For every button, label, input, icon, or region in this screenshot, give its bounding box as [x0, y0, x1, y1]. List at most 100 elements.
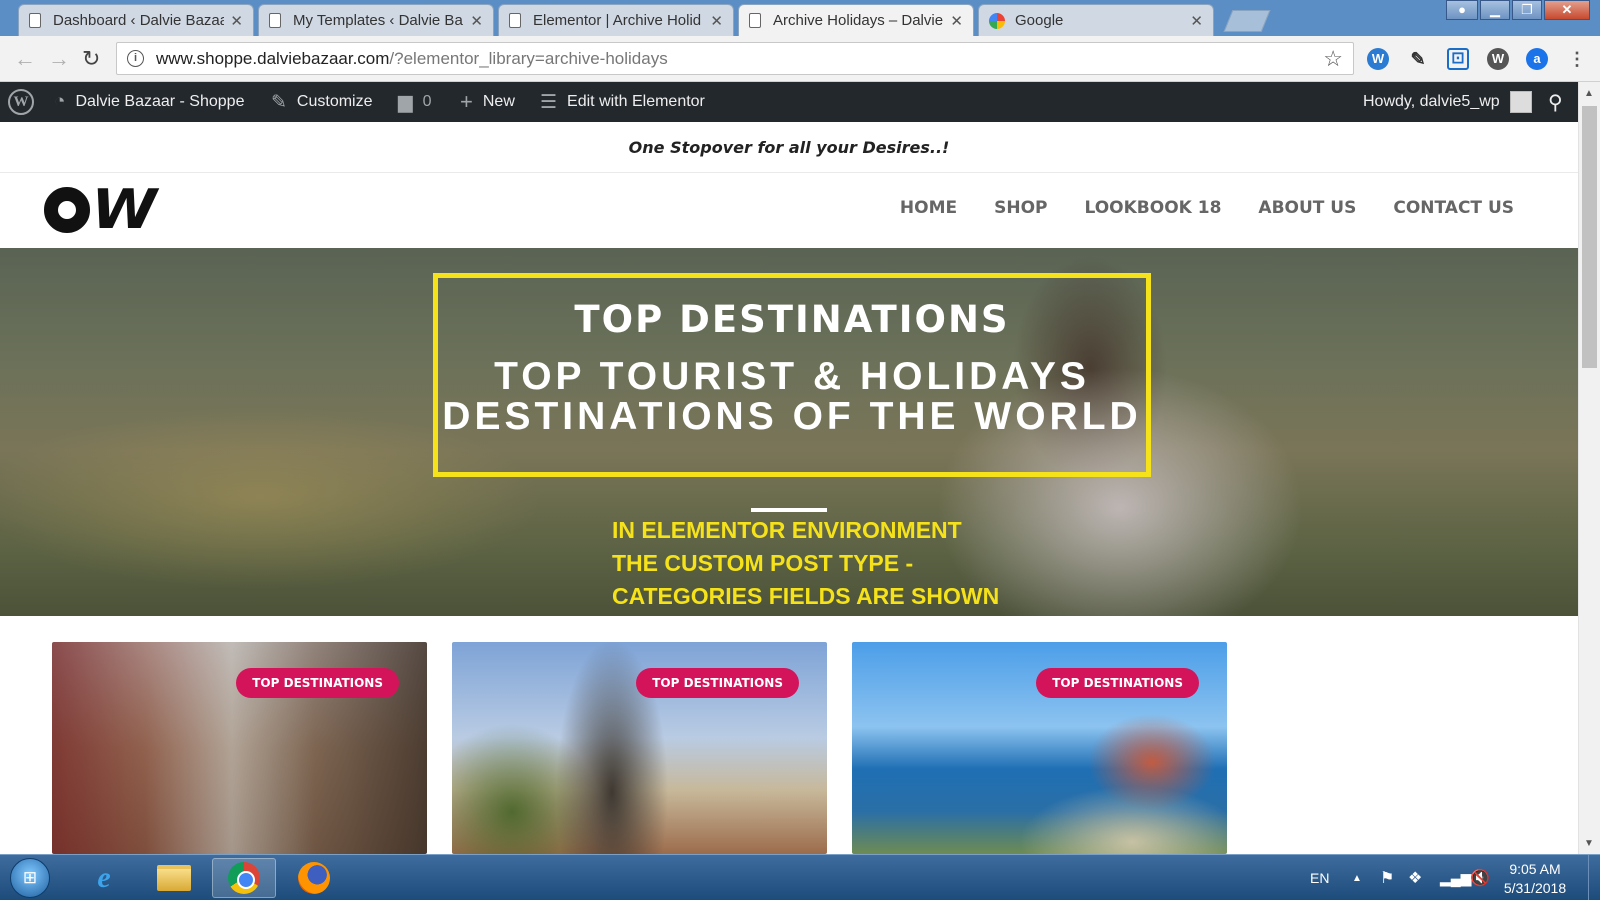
user-icon[interactable]: ●	[1446, 0, 1478, 20]
maximize-icon[interactable]: ❐	[1512, 0, 1542, 20]
tab-label: Archive Holidays – Dalvie	[773, 12, 944, 29]
show-desktop-button[interactable]	[1588, 855, 1600, 900]
start-button[interactable]: ⊞	[10, 858, 50, 898]
site-logo[interactable]: W	[44, 183, 157, 237]
close-tab-icon[interactable]: ✕	[230, 12, 243, 30]
window-controls: ● ▁ ❐ ✕	[1444, 0, 1590, 20]
my-account-link[interactable]: Howdy, dalvie5_wp	[1363, 82, 1532, 122]
plus-icon: +	[460, 89, 473, 114]
close-tab-icon[interactable]: ✕	[710, 12, 723, 30]
howdy-label: Howdy, dalvie5_wp	[1363, 93, 1500, 110]
page-icon	[29, 13, 41, 28]
tab-archive-holidays[interactable]: Archive Holidays – Dalvie ✕	[738, 4, 974, 36]
new-label: New	[482, 93, 515, 110]
tab-google[interactable]: Google ✕	[978, 4, 1214, 36]
comments-link[interactable]: ▆ 0	[398, 82, 432, 122]
clock-date: 5/31/2018	[1503, 880, 1567, 896]
close-tab-icon[interactable]: ✕	[470, 12, 483, 30]
tab-dashboard[interactable]: Dashboard ‹ Dalvie Bazaar ✕	[18, 4, 254, 36]
wp-logo-button[interactable]: W	[8, 82, 34, 122]
category-badge[interactable]: TOP DESTINATIONS	[636, 668, 799, 698]
wordpress-logo-icon: W	[8, 89, 34, 115]
url-path: /?elementor_library=archive-holidays	[389, 48, 668, 68]
close-tab-icon[interactable]: ✕	[950, 12, 963, 30]
tab-my-templates[interactable]: My Templates ‹ Dalvie Ba ✕	[258, 4, 494, 36]
main-menu: HOME SHOP LOOKBOOK 18 ABOUT US CONTACT U…	[863, 198, 1514, 218]
hero-banner: TOP DESTINATIONS TOP TOURIST & HOLIDAYS …	[0, 248, 1578, 616]
tab-label: My Templates ‹ Dalvie Ba	[293, 12, 463, 29]
scroll-thumb[interactable]	[1582, 106, 1597, 368]
wp-admin-bar: W ◔ Dalvie Bazaar - Shoppe ✎ Customize ▆…	[0, 82, 1578, 122]
comment-icon: ▆	[398, 91, 413, 113]
dashboard-icon: ◔	[54, 91, 66, 112]
dropbox-icon[interactable]: ❖	[1408, 855, 1422, 900]
taskbar-ie[interactable]: e	[72, 858, 136, 898]
forward-icon[interactable]: →	[48, 46, 70, 72]
site-name-link[interactable]: ◔ Dalvie Bazaar - Shoppe	[54, 82, 244, 122]
menu-item-lookbook[interactable]: LOOKBOOK 18	[1085, 198, 1222, 218]
info-icon[interactable]: i	[127, 50, 144, 67]
chrome-menu-icon[interactable]: ⋮	[1566, 48, 1588, 70]
chrome-icon	[228, 862, 260, 894]
network-icon[interactable]: ▂▄▆	[1440, 855, 1471, 900]
taskbar-chrome[interactable]	[212, 858, 276, 898]
close-window-icon[interactable]: ✕	[1544, 0, 1590, 20]
browser-tab-strip: Dashboard ‹ Dalvie Bazaar ✕ My Templates…	[0, 0, 1600, 36]
taskbar-explorer[interactable]	[142, 858, 206, 898]
wordpress-extension-icon[interactable]: W	[1367, 48, 1389, 70]
address-bar[interactable]: i www.shoppe.dalviebazaar.com/?elementor…	[116, 42, 1354, 75]
language-indicator[interactable]: EN	[1310, 855, 1329, 900]
bookmark-star-icon[interactable]: ☆	[1323, 46, 1343, 72]
url-host: www.shoppe.dalviebazaar.com	[156, 48, 390, 68]
post-card-prague[interactable]: TOP DESTINATIONS	[452, 642, 827, 854]
minimize-icon[interactable]: ▁	[1480, 0, 1510, 20]
avatar	[1509, 91, 1532, 113]
edit-with-elementor-link[interactable]: ☰ Edit with Elementor	[540, 82, 705, 122]
back-icon[interactable]: ←	[14, 46, 36, 72]
brush-icon: ✎	[271, 91, 287, 113]
scroll-up-icon[interactable]: ▲	[1584, 88, 1594, 99]
hero-divider	[751, 508, 827, 512]
category-badge[interactable]: TOP DESTINATIONS	[1036, 668, 1199, 698]
scroll-down-icon[interactable]: ▼	[1584, 838, 1594, 849]
new-content-link[interactable]: + New	[460, 82, 515, 122]
action-center-flag-icon[interactable]: ⚑	[1380, 855, 1394, 900]
windows-taskbar: ⊞ e EN ▲ ⚑ ❖ ▂▄▆ 🔇 9:05 AM 5/31/2018	[0, 854, 1600, 900]
page-scrollbar[interactable]: ▲ ▼	[1578, 82, 1600, 854]
page-icon	[269, 13, 281, 28]
admin-search-button[interactable]: ⚲	[1548, 82, 1573, 122]
post-card-coast[interactable]: TOP DESTINATIONS	[852, 642, 1227, 854]
reload-icon[interactable]: ↻	[82, 46, 100, 72]
a-extension-icon[interactable]: a	[1526, 48, 1548, 70]
customize-link[interactable]: ✎ Customize	[271, 82, 373, 122]
hero-note: IN ELEMENTOR ENVIRONMENT THE CUSTOM POST…	[612, 514, 999, 613]
hero-note-line1: IN ELEMENTOR ENVIRONMENT	[612, 517, 962, 543]
menu-item-about[interactable]: ABOUT US	[1258, 198, 1356, 218]
close-tab-icon[interactable]: ✕	[1190, 12, 1203, 30]
menu-item-shop[interactable]: SHOP	[994, 198, 1047, 218]
wordpress-icon[interactable]: W	[1487, 48, 1509, 70]
new-tab-button[interactable]	[1223, 10, 1271, 32]
hero-note-line2: THE CUSTOM POST TYPE -	[612, 550, 914, 576]
tab-elementor-archive[interactable]: Elementor | Archive Holid ✕	[498, 4, 734, 36]
hero-title-frame: TOP DESTINATIONS TOP TOURIST & HOLIDAYS …	[433, 273, 1151, 477]
hero-title: TOP DESTINATIONS	[574, 298, 1010, 341]
folder-icon	[157, 865, 191, 891]
show-hidden-icons[interactable]: ▲	[1352, 855, 1362, 900]
post-card-bazaar[interactable]: TOP DESTINATIONS	[52, 642, 427, 854]
site-header: W HOME SHOP LOOKBOOK 18 ABOUT US CONTACT…	[0, 174, 1578, 248]
menu-item-home[interactable]: HOME	[900, 198, 957, 218]
google-icon	[989, 12, 1005, 29]
taskbar-firefox[interactable]	[282, 858, 346, 898]
system-clock[interactable]: 9:05 AM 5/31/2018	[1494, 860, 1576, 898]
customize-label: Customize	[296, 93, 373, 110]
menu-item-contact[interactable]: CONTACT US	[1393, 198, 1514, 218]
screenshot-extension-icon[interactable]: ⊡	[1447, 48, 1469, 70]
tab-label: Elementor | Archive Holid	[533, 12, 702, 29]
category-badge[interactable]: TOP DESTINATIONS	[236, 668, 399, 698]
hero-note-line3: CATEGORIES FIELDS ARE SHOWN	[612, 583, 1000, 609]
tab-label: Dashboard ‹ Dalvie Bazaar	[53, 12, 225, 29]
volume-muted-icon[interactable]: 🔇	[1470, 855, 1490, 900]
firefox-icon	[298, 862, 330, 894]
eyedropper-icon[interactable]: ✎	[1407, 48, 1429, 70]
